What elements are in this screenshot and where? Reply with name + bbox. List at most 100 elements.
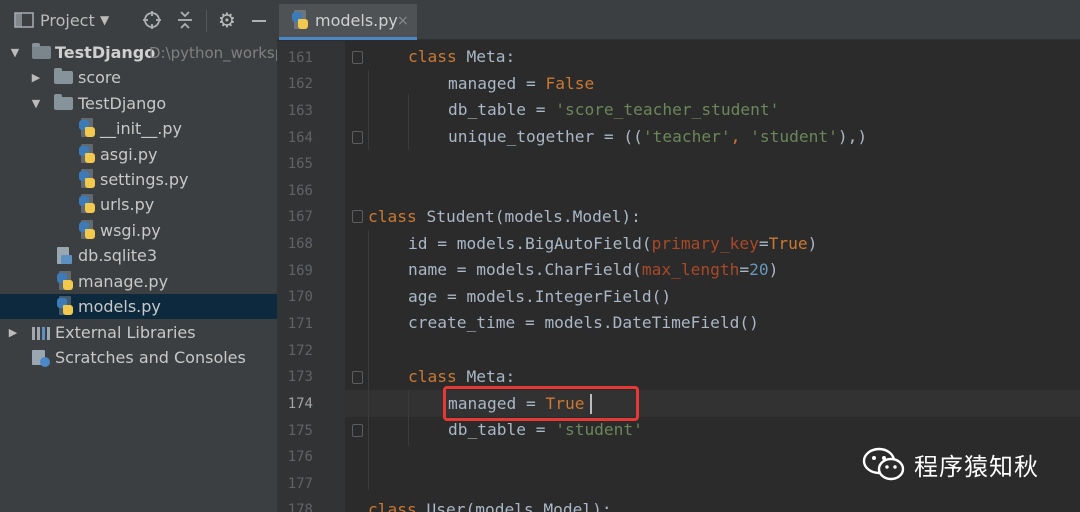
- tree-item-urls-py[interactable]: urls.py: [0, 192, 277, 217]
- code-line-167: class Student(models.Model):: [368, 207, 641, 226]
- wechat-logo-icon: [862, 446, 906, 482]
- python-file-icon: [56, 271, 75, 290]
- line-number: 173: [287, 369, 313, 385]
- tree-item-score[interactable]: ▶ score: [0, 65, 277, 90]
- python-file-icon: [78, 144, 97, 163]
- line-number: 163: [287, 103, 313, 119]
- tree-item-label: models.py: [78, 297, 161, 316]
- toolbar-separator: [206, 10, 207, 32]
- project-path: D:\python_worksp: [149, 43, 277, 62]
- project-tool-window: Project ▼ ⚙ ▼ TestDjango D:\python_works…: [0, 0, 277, 512]
- tree-item-testdjango-package[interactable]: ▼ TestDjango: [0, 91, 277, 116]
- fold-marker-icon[interactable]: [352, 131, 363, 144]
- tree-item-label: wsgi.py: [100, 221, 161, 240]
- tab-label: models.py: [315, 11, 398, 30]
- code-line-164: unique_together = (('teacher', 'student'…: [448, 127, 868, 146]
- line-number: 161: [287, 50, 313, 66]
- line-number: 175: [287, 423, 313, 439]
- code-line-161: class Meta:: [408, 47, 516, 66]
- line-number: 172: [287, 343, 313, 359]
- line-number: 167: [287, 209, 313, 225]
- project-view-selector[interactable]: Project: [40, 8, 95, 32]
- fold-marker-icon[interactable]: [352, 210, 363, 223]
- expand-arrow-icon[interactable]: ▶: [29, 71, 43, 85]
- indent-guide: [408, 94, 409, 150]
- tree-item-testdjango-root[interactable]: ▼ TestDjango D:\python_worksp: [0, 40, 277, 65]
- scratches-icon: [31, 349, 50, 367]
- tree-item-label: manage.py: [78, 272, 169, 291]
- tree-item-settings-py[interactable]: settings.py: [0, 167, 277, 192]
- folder-icon: [54, 94, 73, 110]
- tree-item-label: asgi.py: [100, 145, 158, 164]
- tree-item-asgi-py[interactable]: asgi.py: [0, 142, 277, 167]
- python-file-icon: [78, 220, 97, 239]
- watermark-text: 程序猿知秋: [914, 452, 1039, 481]
- tree-item-external-libraries[interactable]: ▶ External Libraries: [0, 320, 277, 345]
- tree-item-wsgi-py[interactable]: wsgi.py: [0, 218, 277, 243]
- line-number: 177: [287, 476, 313, 492]
- line-number: 176: [287, 449, 313, 465]
- tree-item-models-py[interactable]: models.py: [0, 294, 277, 319]
- annotation-highlight-box: [443, 386, 639, 421]
- line-number: 178: [287, 502, 313, 512]
- gear-icon[interactable]: ⚙: [218, 8, 236, 32]
- tree-item-scratches-consoles[interactable]: Scratches and Consoles: [0, 345, 277, 370]
- library-icon: [31, 324, 50, 341]
- fold-marker-icon[interactable]: [352, 51, 363, 64]
- line-number: 168: [287, 236, 313, 252]
- expand-arrow-icon[interactable]: ▼: [29, 97, 43, 111]
- tree-item-init-py[interactable]: __init__.py: [0, 116, 277, 141]
- expand-arrow-icon[interactable]: ▶: [6, 326, 20, 340]
- indent-guide: [368, 230, 369, 490]
- line-number: 171: [287, 316, 313, 332]
- line-number: 162: [287, 76, 313, 92]
- tree-item-db-sqlite3[interactable]: db.sqlite3: [0, 243, 277, 268]
- code-line-178: class User(models.Model):: [368, 500, 612, 512]
- indent-guide: [368, 70, 369, 150]
- editor-tab-bar: models.py ×: [277, 0, 1080, 40]
- folder-icon: [54, 68, 73, 84]
- close-icon[interactable]: ×: [397, 13, 409, 29]
- database-file-icon: [55, 247, 74, 264]
- python-file-icon: [78, 118, 97, 137]
- tree-item-label: urls.py: [100, 195, 155, 214]
- tree-item-label: TestDjango: [78, 94, 167, 113]
- indent-guide: [408, 390, 409, 446]
- tree-item-label: External Libraries: [55, 323, 196, 342]
- code-line-170: age = models.IntegerField(): [408, 287, 672, 306]
- tree-item-manage-py[interactable]: manage.py: [0, 269, 277, 294]
- chevron-down-icon[interactable]: ▼: [100, 8, 109, 32]
- python-file-icon: [78, 169, 97, 188]
- line-number: 164: [287, 130, 313, 146]
- watermark: 程序猿知秋: [862, 444, 1062, 484]
- code-line-162: managed = False: [448, 74, 595, 93]
- line-number: 169: [287, 263, 313, 279]
- project-toolbar: Project ▼ ⚙: [0, 0, 277, 40]
- code-line-169: name = models.CharField(max_length=20): [408, 260, 779, 279]
- locate-file-icon[interactable]: [142, 8, 162, 32]
- fold-marker-icon[interactable]: [352, 424, 363, 437]
- tree-item-label: settings.py: [100, 170, 189, 189]
- minimize-icon[interactable]: [250, 8, 268, 32]
- tree-item-label: TestDjango: [55, 43, 156, 62]
- folder-icon: [32, 43, 51, 59]
- line-number: 166: [287, 183, 313, 199]
- tree-item-label: score: [78, 68, 121, 87]
- line-number-current: 174: [287, 396, 313, 412]
- code-line-171: create_time = models.DateTimeField(): [408, 313, 759, 332]
- expand-arrow-icon[interactable]: ▼: [8, 46, 22, 60]
- python-file-icon: [291, 10, 309, 30]
- code-line-168: id = models.BigAutoField(primary_key=Tru…: [408, 234, 818, 253]
- python-file-icon: [56, 296, 75, 315]
- python-file-icon: [78, 194, 97, 213]
- fold-marker-icon[interactable]: [352, 371, 363, 384]
- tree-item-label: db.sqlite3: [78, 246, 158, 265]
- line-number: 165: [287, 156, 313, 172]
- tree-item-label: Scratches and Consoles: [55, 348, 246, 367]
- tree-item-label: __init__.py: [100, 119, 183, 138]
- line-number: 170: [287, 289, 313, 305]
- code-line-163: db_table = 'score_teacher_student': [448, 100, 780, 119]
- collapse-all-icon[interactable]: [176, 8, 194, 32]
- project-window-icon: [14, 8, 34, 32]
- tab-models-py[interactable]: models.py ×: [279, 4, 417, 40]
